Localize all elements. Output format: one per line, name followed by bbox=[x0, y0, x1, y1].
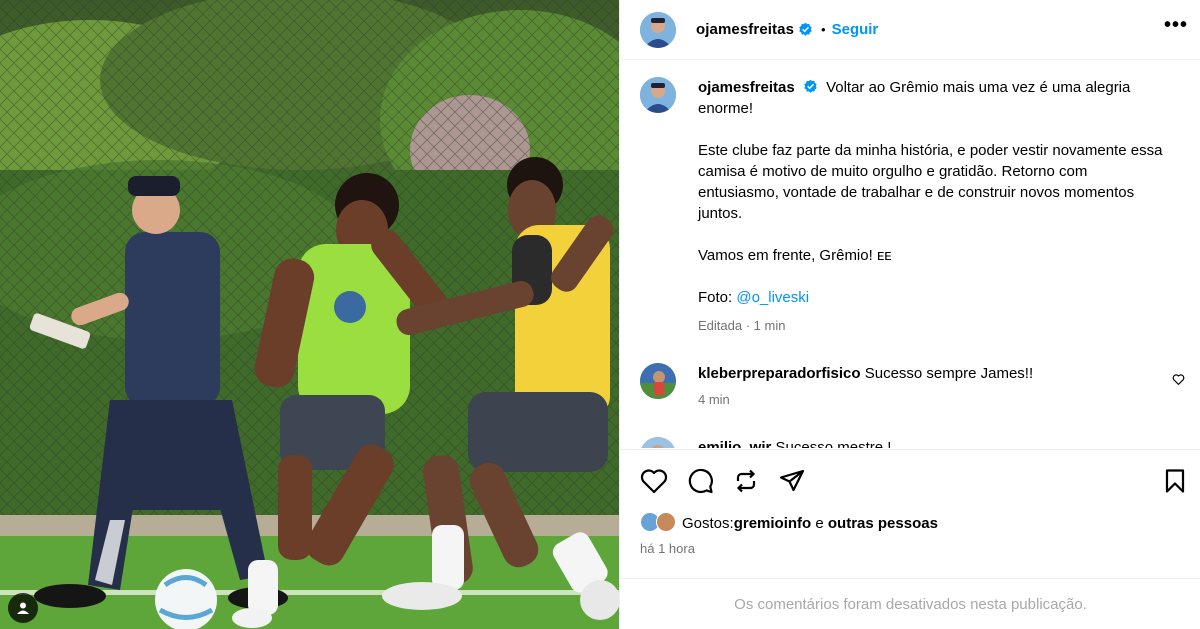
caption-line-2: Este clube faz parte da minha história, … bbox=[698, 142, 1163, 222]
caption: ojamesfreitas Voltar ao Grêmio mais uma … bbox=[640, 77, 1180, 336]
likes-prefix: Gostos: bbox=[682, 514, 734, 532]
caption-line-3: Vamos em frente, Grêmio! ᴇᴇ bbox=[698, 247, 892, 264]
heart-icon[interactable] bbox=[639, 466, 669, 496]
verified-badge-icon bbox=[799, 22, 812, 36]
likes-middle: e bbox=[811, 514, 828, 532]
likes-user[interactable]: gremioinfo bbox=[734, 515, 812, 532]
liker-avatars bbox=[640, 512, 678, 534]
likes-others[interactable]: outras pessoas bbox=[828, 515, 938, 532]
photo-credit-label: Foto: bbox=[698, 289, 737, 306]
comments-disabled-note: Os comentários foram desativados nesta p… bbox=[620, 578, 1200, 629]
post-header: ojamesfreitas • Seguir ••• bbox=[620, 0, 1200, 60]
follow-button[interactable]: Seguir bbox=[832, 21, 879, 38]
post-photo[interactable] bbox=[0, 0, 619, 629]
comment-item: kleberpreparadorfisico Sucesso sempre Ja… bbox=[640, 363, 1185, 407]
post-timestamp[interactable]: há 1 hora bbox=[640, 541, 695, 556]
user-tag-icon[interactable] bbox=[8, 593, 38, 623]
separator-dot: • bbox=[821, 22, 826, 37]
comment-username[interactable]: kleberpreparadorfisico bbox=[698, 365, 861, 382]
comment-time: 4 min bbox=[698, 392, 730, 407]
post-side-panel: ojamesfreitas • Seguir ••• ojamesfreitas bbox=[619, 0, 1200, 629]
comment-item: emilio_wir Sucesso mestre ! bbox=[640, 437, 1185, 448]
avatar[interactable] bbox=[640, 77, 676, 113]
post-actions-bar bbox=[620, 449, 1200, 513]
comment-icon[interactable] bbox=[685, 466, 715, 496]
comment-username[interactable]: emilio_wir bbox=[698, 439, 771, 448]
avatar[interactable] bbox=[640, 363, 676, 399]
caption-edited-time: Editada · 1 min bbox=[698, 318, 786, 333]
send-icon[interactable] bbox=[777, 466, 807, 496]
avatar[interactable] bbox=[640, 437, 676, 448]
photo-credit-mention[interactable]: @o_liveski bbox=[736, 289, 809, 306]
more-options-icon[interactable]: ••• bbox=[1161, 10, 1191, 40]
comment-text: Sucesso mestre ! bbox=[775, 439, 892, 448]
post-author-username[interactable]: ojamesfreitas bbox=[696, 21, 794, 38]
caption-author-username[interactable]: ojamesfreitas bbox=[698, 79, 795, 96]
comment-text: Sucesso sempre James!! bbox=[864, 365, 1034, 382]
verified-badge-icon bbox=[804, 79, 817, 93]
comment-like-icon[interactable] bbox=[1172, 373, 1185, 386]
comments-scroll-area[interactable]: ojamesfreitas Voltar ao Grêmio mais uma … bbox=[620, 61, 1200, 448]
repost-icon[interactable] bbox=[731, 466, 761, 496]
likes-summary[interactable]: Gostos: gremioinfo e outras pessoas bbox=[640, 512, 938, 534]
bookmark-icon[interactable] bbox=[1160, 466, 1190, 496]
avatar[interactable] bbox=[640, 11, 676, 48]
